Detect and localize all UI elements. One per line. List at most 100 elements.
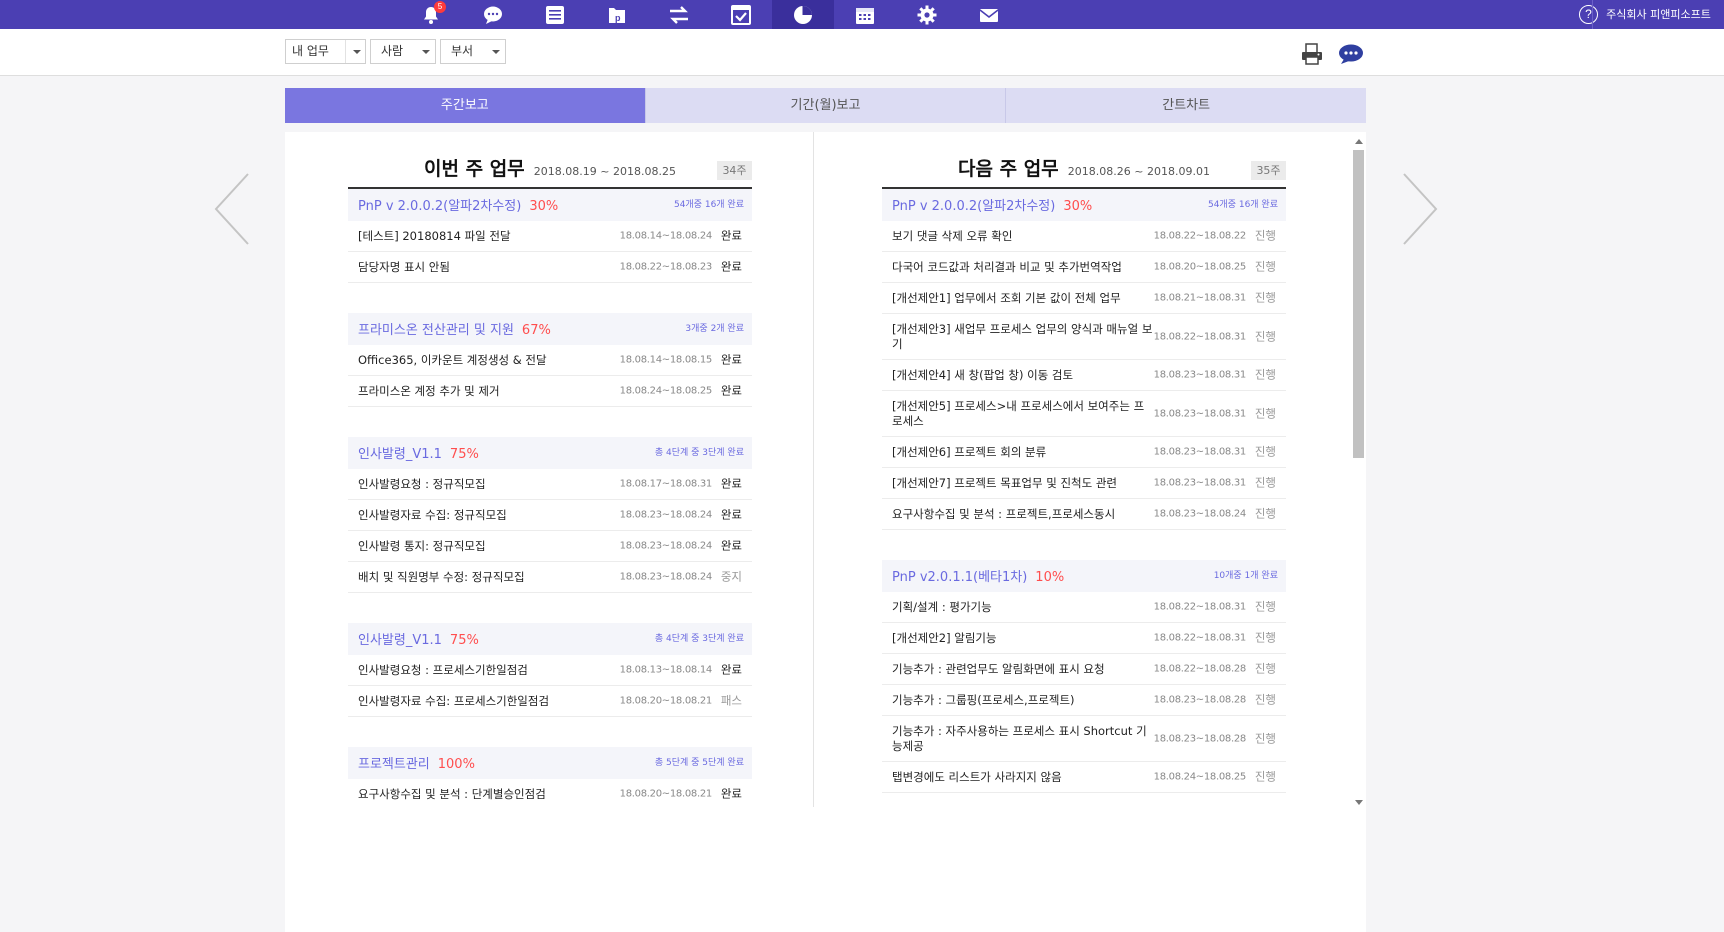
task-dates: 18.08.20~18.08.25 <box>1153 261 1247 273</box>
project-group-header[interactable]: PnP v 2.0.0.2(알파2차수정) 30% 54개중 16개 완료 <box>348 189 752 221</box>
task-name[interactable]: 기능추가 : 관련업무도 알림화면에 표시 요청 <box>892 662 1154 677</box>
print-icon[interactable] <box>1300 43 1324 65</box>
task-row[interactable]: [개선제안3] 새업무 프로세스 업무의 양식과 매뉴얼 보기 18.08.22~… <box>882 314 1286 360</box>
pie-chart-icon[interactable] <box>772 0 834 29</box>
task-row[interactable]: 인사발령 통지: 정규직모집 18.08.23~18.08.24 완료 <box>348 531 752 562</box>
next-week-title: 다음 주 업무 <box>958 158 1059 180</box>
calendar-icon[interactable] <box>834 0 896 29</box>
task-row[interactable]: 기능추가 : 관련업무도 알림화면에 표시 요청 18.08.22~18.08.2… <box>882 654 1286 685</box>
task-row[interactable]: 프라미스온 계정 추가 및 제거 18.08.24~18.08.25 완료 <box>348 376 752 407</box>
company-name[interactable]: 주식회사 피앤피소프트 <box>1592 0 1724 29</box>
project-group-header[interactable]: 프로젝트관리 100% 총 5단계 중 5단계 완료 <box>348 747 752 779</box>
task-row[interactable]: 인사발령요청 : 정규직모집 18.08.17~18.08.31 완료 <box>348 469 752 500</box>
next-week-arrow[interactable] <box>1400 172 1440 246</box>
person-dropdown[interactable]: 사람 <box>370 39 436 64</box>
project-group-header[interactable]: PnP v 2.0.0.2(알파2차수정) 30% 54개중 16개 완료 <box>882 189 1286 221</box>
task-row[interactable]: 기능추가 : 자주사용하는 프로세스 표시 Shortcut 기능제공 18.08… <box>882 716 1286 762</box>
my-work-dropdown[interactable]: 내 업무 <box>285 39 366 64</box>
task-row[interactable]: [개선제안4] 새 창(팝업 창) 이동 검토 18.08.23~18.08.31… <box>882 360 1286 391</box>
scroll-up-icon[interactable] <box>1355 139 1363 144</box>
task-row[interactable]: 인사발령자료 수집: 프로세스기한일점검 18.08.20~18.08.21 패스 <box>348 686 752 717</box>
scrollbar-thumb[interactable] <box>1353 150 1364 458</box>
task-row[interactable]: [개선제안1] 업무에서 조회 기본 값이 전체 업무 18.08.21~18.0… <box>882 283 1286 314</box>
task-name[interactable]: 인사발령자료 수집: 정규직모집 <box>358 508 620 523</box>
task-name[interactable]: 요구사항수집 및 분석 : 단계별승인점검 <box>358 787 620 802</box>
task-row[interactable]: 탭변경에도 리스트가 사라지지 않음 18.08.24~18.08.25 진행 <box>882 762 1286 793</box>
project-name[interactable]: PnP v2.0.1.1(베타1차) <box>892 570 1027 585</box>
project-group-header[interactable]: 프라미스온 전산관리 및 지원 67% 3개중 2개 완료 <box>348 313 752 345</box>
task-row[interactable]: 요구사항수집 및 분석 : 프로젝트,프로세스동시 18.08.23~18.08.… <box>882 499 1286 530</box>
department-dropdown[interactable]: 부서 <box>440 39 506 64</box>
task-name[interactable]: 인사발령요청 : 프로세스기한일점검 <box>358 663 620 678</box>
task-name[interactable]: 인사발령 통지: 정규직모집 <box>358 539 620 554</box>
project-group: PnP v2.0.1.1(베타1차) 10% 10개중 1개 완료 기획/설계 : 평… <box>882 560 1286 793</box>
task-name[interactable]: [개선제안1] 업무에서 조회 기본 값이 전체 업무 <box>892 291 1154 306</box>
tab-period-report[interactable]: 기간(월)보고 <box>645 88 1007 123</box>
task-name[interactable]: Office365, 이카운트 계정생성 & 전달 <box>358 353 620 368</box>
task-name[interactable]: 인사발령자료 수집: 프로세스기한일점검 <box>358 694 620 709</box>
project-name[interactable]: PnP v 2.0.0.2(알파2차수정) <box>358 199 521 214</box>
task-name[interactable]: 기획/설계 : 평가기능 <box>892 600 1154 615</box>
scroll-down-icon[interactable] <box>1355 800 1363 805</box>
task-dates: 18.08.22~18.08.22 <box>1153 230 1247 242</box>
checkbox-icon[interactable] <box>710 0 772 29</box>
task-name[interactable]: [개선제안7] 프로젝트 목표업무 및 진척도 관련 <box>892 476 1154 491</box>
task-name[interactable]: 인사발령요청 : 정규직모집 <box>358 477 620 492</box>
project-group-header[interactable]: PnP v2.0.1.1(베타1차) 10% 10개중 1개 완료 <box>882 560 1286 592</box>
task-row[interactable]: 기획/설계 : 평가기능 18.08.22~18.08.31 진행 <box>882 592 1286 623</box>
project-group-header[interactable]: 인사발령_V1.1 75% 총 4단계 중 3단계 완료 <box>348 623 752 655</box>
task-name[interactable]: 다국어 코드값과 처리결과 비교 및 추가번역작업 <box>892 260 1154 275</box>
messenger-icon[interactable] <box>1337 43 1365 65</box>
project-name[interactable]: PnP v 2.0.0.2(알파2차수정) <box>892 199 1055 214</box>
task-row[interactable]: [개선제안6] 프로젝트 회의 분류 18.08.23~18.08.31 진행 <box>882 437 1286 468</box>
task-name[interactable]: 기능추가 : 그룹핑(프로세스,프로젝트) <box>892 693 1154 708</box>
project-icon[interactable]: p <box>586 0 648 29</box>
task-name[interactable]: [개선제안4] 새 창(팝업 창) 이동 검토 <box>892 368 1154 383</box>
task-name[interactable]: 보기 댓글 삭제 오류 확인 <box>892 229 1154 244</box>
bell-icon[interactable]: 5 <box>400 0 462 29</box>
task-status: 완료 <box>720 786 742 801</box>
task-name[interactable]: [개선제안5] 프로세스>내 프로세스에서 보여주는 프로세스 <box>892 399 1154 429</box>
task-dates: 18.08.23~18.08.24 <box>619 571 713 583</box>
task-row[interactable]: [개선제안2] 알림기능 18.08.22~18.08.31 진행 <box>882 623 1286 654</box>
task-row[interactable]: [테스트] 20180814 파일 전달 18.08.14~18.08.24 완료 <box>348 221 752 252</box>
task-name[interactable]: [개선제안3] 새업무 프로세스 업무의 양식과 매뉴얼 보기 <box>892 322 1154 352</box>
tab-gantt-chart[interactable]: 간트차트 <box>1006 88 1367 123</box>
task-name[interactable]: [개선제안6] 프로젝트 회의 분류 <box>892 445 1154 460</box>
mail-icon[interactable] <box>958 0 1020 29</box>
next-week-range: 2018.08.26 ~ 2018.09.01 <box>1067 165 1210 178</box>
task-name[interactable]: 기능추가 : 자주사용하는 프로세스 표시 Shortcut 기능제공 <box>892 724 1154 754</box>
task-name[interactable]: [테스트] 20180814 파일 전달 <box>358 229 620 244</box>
task-row[interactable]: 다국어 코드값과 처리결과 비교 및 추가번역작업 18.08.20~18.08.… <box>882 252 1286 283</box>
vertical-scrollbar[interactable] <box>1350 136 1366 810</box>
project-name[interactable]: 인사발령_V1.1 <box>358 633 442 648</box>
task-dates: 18.08.21~18.08.31 <box>1153 292 1247 304</box>
task-name[interactable]: 프라미스온 계정 추가 및 제거 <box>358 384 620 399</box>
task-name[interactable]: 배치 및 직원명부 수정: 정규직모집 <box>358 570 620 585</box>
task-row[interactable]: [개선제안7] 프로젝트 목표업무 및 진척도 관련 18.08.23~18.08… <box>882 468 1286 499</box>
project-group-header[interactable]: 인사발령_V1.1 75% 총 4단계 중 3단계 완료 <box>348 437 752 469</box>
task-row[interactable]: 인사발령자료 수집: 정규직모집 18.08.23~18.08.24 완료 <box>348 500 752 531</box>
transfer-icon[interactable] <box>648 0 710 29</box>
project-name[interactable]: 인사발령_V1.1 <box>358 447 442 462</box>
task-name[interactable]: 담당자명 표시 안됨 <box>358 260 620 275</box>
previous-week-arrow[interactable] <box>212 172 252 246</box>
gear-icon[interactable] <box>896 0 958 29</box>
task-dates: 18.08.23~18.08.24 <box>1153 508 1247 520</box>
task-row[interactable]: 인사발령요청 : 프로세스기한일점검 18.08.13~18.08.14 완료 <box>348 655 752 686</box>
task-row[interactable]: 담당자명 표시 안됨 18.08.22~18.08.23 완료 <box>348 252 752 283</box>
task-row[interactable]: 배치 및 직원명부 수정: 정규직모집 18.08.23~18.08.24 중지 <box>348 562 752 593</box>
task-row[interactable]: 기능추가 : 그룹핑(프로세스,프로젝트) 18.08.23~18.08.28 진행 <box>882 685 1286 716</box>
task-row[interactable]: 보기 댓글 삭제 오류 확인 18.08.22~18.08.22 진행 <box>882 221 1286 252</box>
task-row[interactable]: 요구사항수집 및 분석 : 단계별승인점검 18.08.20~18.08.21 완료 <box>348 779 752 807</box>
task-name[interactable]: [개선제안2] 알림기능 <box>892 631 1154 646</box>
tab-weekly-report[interactable]: 주간보고 <box>285 88 646 123</box>
task-name[interactable]: 탭변경에도 리스트가 사라지지 않음 <box>892 770 1154 785</box>
chat-bubble-icon[interactable] <box>462 0 524 29</box>
project-name[interactable]: 프라미스온 전산관리 및 지원 <box>358 323 514 338</box>
list-icon[interactable] <box>524 0 586 29</box>
task-row[interactable]: Office365, 이카운트 계정생성 & 전달 18.08.14~18.08.… <box>348 345 752 376</box>
project-name[interactable]: 프로젝트관리 <box>358 757 430 772</box>
task-name[interactable]: 요구사항수집 및 분석 : 프로젝트,프로세스동시 <box>892 507 1154 522</box>
task-row[interactable]: [개선제안5] 프로세스>내 프로세스에서 보여주는 프로세스 18.08.23~… <box>882 391 1286 437</box>
